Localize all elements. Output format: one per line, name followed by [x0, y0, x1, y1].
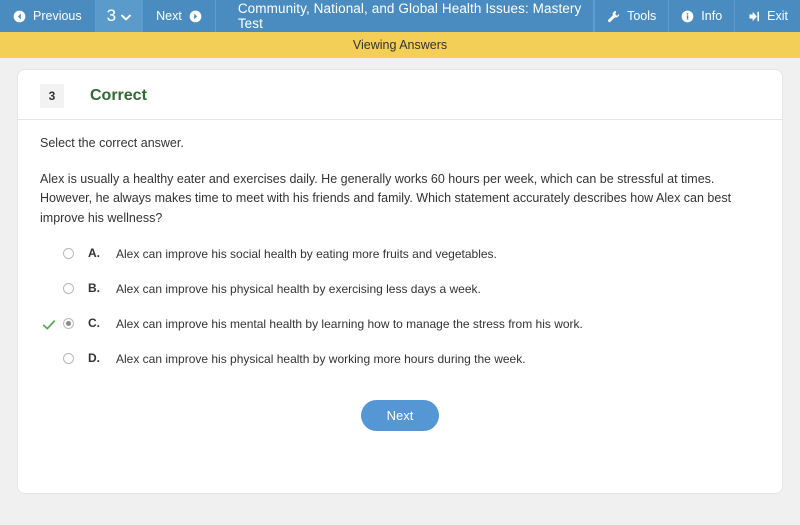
- answer-option-letter: C.: [88, 316, 100, 331]
- question-stem: Alex is usually a healthy eater and exer…: [40, 172, 732, 225]
- question-card: 3 Correct Select the correct answer. Ale…: [18, 70, 782, 493]
- next-nav-button[interactable]: Next: [143, 0, 216, 32]
- question-header: 3 Correct: [18, 70, 782, 120]
- answer-option[interactable]: C. Alex can improve his mental health by…: [40, 316, 760, 341]
- answer-option-letter: D.: [88, 351, 100, 366]
- question-prompt: Select the correct answer.: [40, 136, 184, 150]
- answer-option-text: Alex can improve his mental health by le…: [116, 317, 583, 332]
- viewing-answers-banner-label: Viewing Answers: [352, 38, 448, 52]
- arrow-circle-left-icon: [13, 10, 26, 23]
- previous-button-label: Previous: [33, 9, 82, 23]
- exit-button[interactable]: Exit: [734, 0, 800, 32]
- info-button[interactable]: Info: [668, 0, 734, 32]
- chevron-down-icon: [121, 14, 132, 21]
- answer-option[interactable]: B. Alex can improve his physical health …: [40, 281, 760, 306]
- answer-radio[interactable]: [63, 283, 74, 295]
- answer-radio[interactable]: [63, 248, 74, 260]
- answer-option-letter: A.: [88, 246, 100, 261]
- answer-option-letter: B.: [88, 281, 100, 296]
- answer-option-text: Alex can improve his physical health by …: [116, 282, 481, 297]
- page-number-dropdown[interactable]: 3: [95, 0, 144, 32]
- top-navigation-actions: Tools Info Exit: [594, 0, 800, 32]
- next-button-container: Next: [40, 400, 760, 432]
- answer-options-list: A. Alex can improve his social health by…: [40, 246, 760, 376]
- info-button-label: Info: [701, 9, 723, 23]
- answer-radio[interactable]: [63, 318, 74, 330]
- answer-option-text: Alex can improve his social health by ea…: [116, 247, 497, 262]
- answer-option-text: Alex can improve his physical health by …: [116, 352, 526, 367]
- info-circle-icon: [681, 10, 694, 23]
- wrench-icon: [607, 10, 620, 23]
- page-background: 3 Correct Select the correct answer. Ale…: [0, 58, 800, 525]
- previous-button[interactable]: Previous: [0, 0, 96, 32]
- page-number-value: 3: [106, 6, 117, 25]
- question-number-badge: 3: [40, 84, 64, 108]
- question-body: Select the correct answer. Alex is usual…: [18, 120, 782, 432]
- next-nav-button-label: Next: [156, 9, 182, 23]
- viewing-answers-banner: Viewing Answers: [0, 32, 800, 58]
- sign-out-icon: [747, 10, 760, 23]
- next-question-button[interactable]: Next: [360, 400, 440, 432]
- tools-button-label: Tools: [627, 9, 657, 23]
- answer-radio[interactable]: [63, 353, 74, 365]
- answer-option[interactable]: D. Alex can improve his physical health …: [40, 351, 760, 376]
- test-title: Community, National, and Global Health I…: [216, 0, 595, 32]
- top-navigation-bar: Previous 3 Next Community, National, and…: [0, 0, 800, 32]
- arrow-circle-right-icon: [189, 10, 202, 23]
- answer-option[interactable]: A. Alex can improve his social health by…: [40, 246, 760, 271]
- exit-button-label: Exit: [767, 9, 788, 23]
- tools-button[interactable]: Tools: [594, 0, 668, 32]
- correct-check-icon: [42, 318, 56, 332]
- question-status-label: Correct: [90, 87, 147, 104]
